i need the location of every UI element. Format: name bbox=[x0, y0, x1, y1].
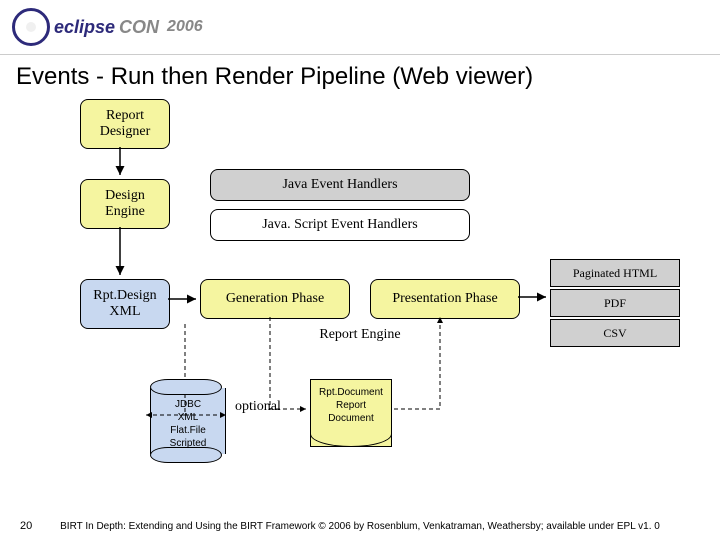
logo-ring-icon bbox=[12, 8, 50, 46]
logo-con: CON bbox=[119, 17, 159, 38]
footer-text: BIRT In Depth: Extending and Using the B… bbox=[0, 521, 720, 532]
header: eclipse CON 2006 bbox=[0, 0, 720, 55]
node-pdf: PDF bbox=[550, 289, 680, 317]
node-rpt-document: Rpt.Document Report Document bbox=[310, 379, 392, 447]
logo: eclipse CON 2006 bbox=[12, 8, 203, 46]
node-presentation: Presentation Phase bbox=[370, 279, 520, 319]
node-java-handlers: Java Event Handlers bbox=[210, 169, 470, 201]
node-jdbc-cylinder: JDBC XML Flat.File Scripted bbox=[150, 379, 220, 463]
label-report-engine: Report Engine bbox=[300, 327, 420, 343]
node-rpt-design: Rpt.Design XML bbox=[80, 279, 170, 329]
logo-eclipse: eclipse bbox=[54, 17, 115, 38]
node-csv: CSV bbox=[550, 319, 680, 347]
page-title: Events - Run then Render Pipeline (Web v… bbox=[0, 55, 720, 99]
label-optional: optional bbox=[235, 399, 281, 415]
node-report-designer: Report Designer bbox=[80, 99, 170, 149]
node-generation: Generation Phase bbox=[200, 279, 350, 319]
node-paginated: Paginated HTML bbox=[550, 259, 680, 287]
node-js-handlers: Java. Script Event Handlers bbox=[210, 209, 470, 241]
jdbc-label: JDBC XML Flat.File Scripted bbox=[150, 388, 226, 454]
pipeline-diagram: Report Designer Design Engine Rpt.Design… bbox=[10, 99, 710, 459]
logo-year: 2006 bbox=[167, 18, 203, 36]
node-design-engine: Design Engine bbox=[80, 179, 170, 229]
